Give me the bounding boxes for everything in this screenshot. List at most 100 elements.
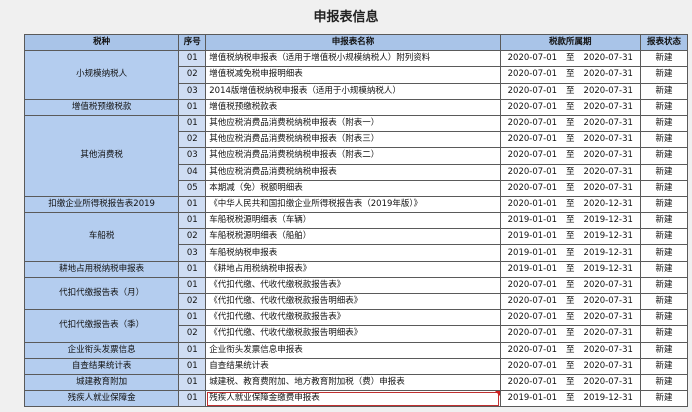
table-row[interactable]: 扣缴企业所得税报告表2019 01 《中华人民共和国扣缴企业所得税报告表（2019年… — [23, 195, 689, 214]
form-name-cell[interactable]: 其他应税消费品消费税纳税申报表 — [205, 163, 501, 181]
status-cell: 新建 — [639, 309, 689, 327]
table-row[interactable]: 其他消费税 01 其他应税消费品消费税纳税申报表（附表一） 2020-07-01 至 20… — [23, 114, 689, 197]
period-end: 2020-07-31 — [583, 53, 633, 64]
row-index-cell: 01 — [178, 390, 207, 408]
period-start: 2020-07-01 — [507, 118, 558, 129]
status-cell: 新建 — [639, 147, 689, 165]
form-name-cell[interactable]: 《中华人民共和国扣缴企业所得税报告表（2019年版）》 — [205, 195, 501, 214]
period-end: 2020-07-31 — [583, 166, 633, 177]
period-separator: 至 — [566, 101, 575, 112]
tax-period-cell: 2020-07-01 至 2020-07-31 — [499, 131, 641, 149]
form-name-cell[interactable]: 《耕地占用税纳税申报表》 — [205, 260, 501, 278]
row-index-cell: 05 — [178, 179, 207, 197]
row-index-cell: 01 — [178, 98, 207, 116]
tax-period-cell: 2020-07-01 至 2020-07-31 — [499, 50, 641, 68]
table-row[interactable]: 代扣代缴报告表（季） 01 《代扣代缴、代收代缴税款报告表》 2020-07-01 至 2… — [23, 309, 689, 343]
table-row[interactable]: 增值税预缴税款 01 增值税预缴税款表 2020-07-01 至 2020-07-31 新建 — [23, 98, 689, 116]
period-end: 2020-07-31 — [583, 344, 633, 355]
period-start: 2020-07-01 — [507, 377, 558, 388]
tax-period-cell: 2020-07-01 至 2020-07-31 — [499, 179, 641, 197]
status-cell: 新建 — [639, 82, 689, 100]
row-index-cell: 01 — [178, 260, 207, 278]
row-index-cell: 03 — [178, 147, 207, 165]
status-cell: 新建 — [639, 179, 689, 197]
table-row[interactable]: 车船税 01 车船税税源明细表（车辆） 2019-01-01 至 2019-12-31 新建 — [23, 212, 689, 262]
period-start: 2020-07-01 — [507, 182, 558, 193]
period-start: 2020-07-01 — [507, 69, 558, 80]
table-row[interactable]: 企业衔头发票信息 01 企业衔头发票信息申报表 2020-07-01 至 2020-07-… — [23, 341, 689, 359]
form-name-cell[interactable]: 增值税纳税申报表（适用于增值税小规模纳税人）附列资料 — [205, 50, 501, 68]
table-row[interactable]: 自查结果统计表 01 自查结果统计表 2020-07-01 至 2020-07-31 新建 — [23, 357, 689, 375]
tax-category-cell: 代扣代缴报告表（季） — [23, 309, 180, 343]
period-separator: 至 — [566, 198, 575, 209]
status-cell: 新建 — [639, 260, 689, 278]
status-cell: 新建 — [639, 50, 689, 68]
period-start: 2020-07-01 — [507, 328, 558, 339]
table-row[interactable]: 小规模纳税人 01 增值税纳税申报表（适用于增值税小规模纳税人）附列资料 2020-0… — [23, 50, 689, 100]
period-separator: 至 — [566, 296, 575, 307]
row-index-cell: 04 — [178, 163, 207, 181]
period-separator: 至 — [566, 231, 575, 242]
row-index-cell: 02 — [178, 66, 207, 84]
row-index-cell: 01 — [178, 341, 207, 359]
form-name-cell[interactable]: 其他应税消费品消费税纳税申报表（附表一） — [205, 114, 501, 133]
status-cell: 新建 — [639, 244, 689, 262]
status-cell: 新建 — [639, 373, 689, 392]
form-name-cell[interactable]: 2014版增值税纳税申报表（适用于小规模纳税人） — [205, 82, 501, 100]
period-separator: 至 — [566, 393, 575, 404]
period-separator: 至 — [566, 344, 575, 355]
form-name-cell[interactable]: 增值税减免税申报明细表 — [205, 66, 501, 84]
period-separator: 至 — [566, 377, 575, 388]
tax-period-cell: 2019-01-01 至 2019-12-31 — [499, 390, 641, 408]
status-cell: 新建 — [639, 195, 689, 214]
tax-category-cell: 城建教育附加 — [23, 373, 180, 392]
form-name-cell[interactable]: 《代扣代缴、代收代缴税款报告表》 — [205, 276, 501, 295]
table-row[interactable]: 城建教育附加 01 城建税、教育费附加、地方教育附加税（费）申报表 2020-07-0… — [23, 373, 689, 392]
table-header-row: 税种 序号 申报表名称 税款所属期 报表状态 — [23, 33, 689, 52]
row-index-cell: 03 — [178, 82, 207, 100]
form-name-cell[interactable]: 车船税纳税申报表 — [205, 244, 501, 262]
table-row[interactable]: 残疾人就业保障金 01 残疾人就业保障金缴费申报表 2019-01-01 至 2019-1… — [23, 390, 689, 408]
form-name-cell[interactable]: 车船税税源明细表（车辆） — [205, 212, 501, 230]
period-separator: 至 — [566, 166, 575, 177]
status-cell: 新建 — [639, 292, 689, 311]
form-name-cell[interactable]: 自查结果统计表 — [205, 357, 501, 375]
form-name-cell[interactable]: 增值税预缴税款表 — [205, 98, 501, 116]
period-end: 2020-07-31 — [583, 134, 633, 145]
period-start: 2019-01-01 — [507, 215, 558, 226]
tax-period-cell: 2020-07-01 至 2020-07-31 — [499, 309, 641, 327]
form-name-cell[interactable]: 《代扣代缴、代收代缴税款报告明细表》 — [205, 292, 501, 311]
row-index-cell: 01 — [178, 212, 207, 230]
period-separator: 至 — [566, 53, 575, 64]
period-separator: 至 — [566, 118, 575, 129]
status-cell: 新建 — [639, 357, 689, 375]
form-name-cell[interactable]: 城建税、教育费附加、地方教育附加税（费）申报表 — [205, 373, 501, 392]
form-name-cell[interactable]: 其他应税消费品消费税纳税申报表（附表三） — [205, 131, 501, 149]
form-name-cell[interactable]: 其他应税消费品消费税纳税申报表（附表二） — [205, 147, 501, 165]
tax-period-cell: 2020-07-01 至 2020-07-31 — [499, 292, 641, 311]
period-separator: 至 — [566, 328, 575, 339]
form-name-cell[interactable]: 车船税税源明细表（船舶） — [205, 228, 501, 246]
status-cell: 新建 — [639, 98, 689, 116]
period-end: 2020-07-31 — [583, 118, 633, 129]
form-name-cell[interactable]: 企业衔头发票信息申报表 — [205, 341, 501, 359]
period-end: 2020-07-31 — [583, 377, 633, 388]
period-separator: 至 — [566, 85, 575, 96]
form-name-cell[interactable]: 《代扣代缴、代收代缴税款报告表》 — [205, 309, 501, 327]
table-row[interactable]: 代扣代缴报告表（月） 01 《代扣代缴、代收代缴税款报告表》 2020-07-01 至 2… — [23, 276, 689, 311]
period-start: 2020-07-01 — [507, 296, 558, 307]
period-start: 2020-07-01 — [507, 134, 558, 145]
period-separator: 至 — [566, 263, 575, 274]
column-header-status: 报表状态 — [639, 33, 689, 52]
column-header-index: 序号 — [178, 33, 207, 52]
form-name-cell[interactable]: 《代扣代缴、代收代缴税款报告明细表》 — [205, 325, 501, 343]
period-end: 2019-12-31 — [583, 215, 633, 226]
tax-period-cell: 2020-07-01 至 2020-07-31 — [499, 114, 641, 133]
row-index-cell: 01 — [178, 309, 207, 327]
table-row[interactable]: 耕地占用税纳税申报表 01 《耕地占用税纳税申报表》 2019-01-01 至 2019-… — [23, 260, 689, 278]
status-cell: 新建 — [639, 212, 689, 230]
form-name-cell[interactable]: 残疾人就业保障金缴费申报表 — [205, 390, 501, 408]
form-name-cell[interactable]: 本期减（免）税额明细表 — [205, 179, 501, 197]
tax-period-cell: 2020-07-01 至 2020-07-31 — [499, 341, 641, 359]
tax-category-cell: 自查结果统计表 — [23, 357, 180, 375]
